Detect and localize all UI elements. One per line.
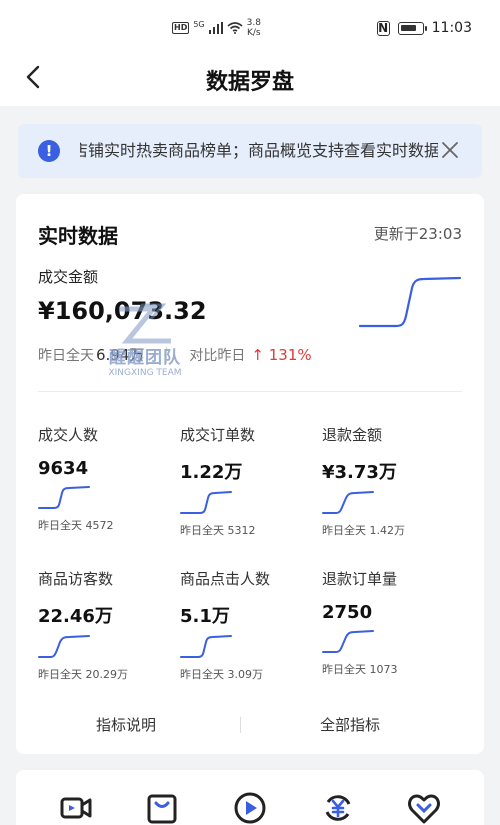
metric-sparkline <box>180 635 232 658</box>
metric-clicks[interactable]: 商品点击人数 5.1万 昨日全天 3.09万 <box>180 568 320 682</box>
metric-label: 商品访客数 <box>38 570 114 588</box>
gmv-compare-row: 昨日全天 6.94万 对比昨日 ↑ 131% <box>38 344 312 365</box>
compare-percent: ↑ 131% <box>251 345 312 364</box>
notice-text: 店铺实时热卖商品榜单；商品概览支持查看实时数据 <box>80 141 438 160</box>
speed-unit: K/s <box>246 28 261 38</box>
section-divider <box>38 391 462 392</box>
metric-yesterday: 昨日全天 20.29万 <box>38 668 128 681</box>
metric-explanation-link[interactable]: 指标说明 <box>96 714 156 735</box>
metric-yesterday: 昨日全天 5312 <box>180 524 256 537</box>
metric-sparkline <box>180 491 232 514</box>
footer-divider <box>240 717 241 733</box>
metric-buyers[interactable]: 成交人数 9634 昨日全天 4572 <box>38 424 178 533</box>
video-icon[interactable] <box>58 790 94 825</box>
shopping-bag-icon[interactable] <box>144 790 180 825</box>
metric-sparkline <box>322 491 374 514</box>
yesterday-value: 6.94万 <box>96 346 145 364</box>
metric-label: 退款订单量 <box>322 570 398 588</box>
info-icon: ! <box>38 140 60 162</box>
compare-label: 对比昨日 <box>189 347 246 364</box>
metric-yesterday: 昨日全天 1073 <box>322 663 398 676</box>
yesterday-label: 昨日全天 <box>38 347 94 364</box>
network-speed: 3.8 K/s <box>247 18 261 38</box>
metric-value: 5.1万 <box>180 606 230 627</box>
hd-badge: HD <box>172 22 190 34</box>
page-title: 数据罗盘 <box>205 70 294 95</box>
speed-value: 3.8 <box>246 18 261 28</box>
heart-shield-icon[interactable] <box>406 790 442 825</box>
metric-value: 9634 <box>38 458 89 479</box>
update-time: 更新于23:03 <box>373 225 462 243</box>
metric-visitors[interactable]: 商品访客数 22.46万 昨日全天 20.29万 <box>38 568 178 682</box>
metric-yesterday: 昨日全天 3.09万 <box>180 668 263 681</box>
metric-label: 成交人数 <box>38 426 99 444</box>
metric-label: 商品点击人数 <box>180 570 271 588</box>
system-status: N 11:03 <box>376 20 472 36</box>
battery-icon <box>397 21 427 35</box>
all-metrics-link[interactable]: 全部指标 <box>320 714 380 735</box>
network-status: HD 5G 3.8 K/s <box>172 18 261 38</box>
gmv-label: 成交金额 <box>38 268 99 286</box>
play-circle-icon[interactable] <box>232 790 268 825</box>
metric-orders[interactable]: 成交订单数 1.22万 昨日全天 5312 <box>180 424 320 538</box>
watermark-subtext: XINGXING TEAM <box>108 368 182 378</box>
metric-value: 1.22万 <box>180 462 243 483</box>
page-header: 数据罗盘 <box>0 50 500 106</box>
battery-level <box>400 24 416 31</box>
notice-banner[interactable]: ! 店铺实时热卖商品榜单；商品概览支持查看实时数据 <box>18 124 482 178</box>
metric-refund-amount[interactable]: 退款金额 ¥3.73万 昨日全天 1.42万 <box>322 424 462 538</box>
metric-value: 22.46万 <box>38 606 113 627</box>
clock: 11:03 <box>431 20 472 36</box>
nfc-icon: N <box>376 20 390 36</box>
gmv-value: ¥160,073.32 <box>38 297 207 325</box>
metric-yesterday: 昨日全天 4572 <box>38 519 114 532</box>
tools-card <box>16 770 484 825</box>
metric-sparkline <box>322 630 374 653</box>
close-icon[interactable] <box>440 140 460 160</box>
metric-label: 成交订单数 <box>180 426 256 444</box>
wifi-icon <box>227 22 243 34</box>
metric-label: 退款金额 <box>322 426 383 444</box>
metric-value: ¥3.73万 <box>322 462 397 483</box>
metric-refund-orders[interactable]: 退款订单量 2750 昨日全天 1073 <box>322 568 462 677</box>
metric-sparkline <box>38 635 90 658</box>
network-type: 5G <box>193 19 205 29</box>
realtime-data-card: 实时数据 更新于23:03 成交金额 ¥160,073.32 昨日全天 6.94… <box>16 194 484 754</box>
refund-yen-icon[interactable] <box>320 790 356 825</box>
divider <box>166 346 168 363</box>
metric-sparkline <box>38 486 90 509</box>
card-footer: 指标说明 全部指标 <box>16 709 484 739</box>
signal-icon <box>208 22 223 34</box>
metric-value: 2750 <box>322 602 373 623</box>
notice-text-container: 店铺实时热卖商品榜单；商品概览支持查看实时数据 <box>80 140 438 162</box>
metric-yesterday: 昨日全天 1.42万 <box>322 524 405 537</box>
gmv-trend-sparkline <box>358 276 462 328</box>
card-title: 实时数据 <box>38 224 118 248</box>
